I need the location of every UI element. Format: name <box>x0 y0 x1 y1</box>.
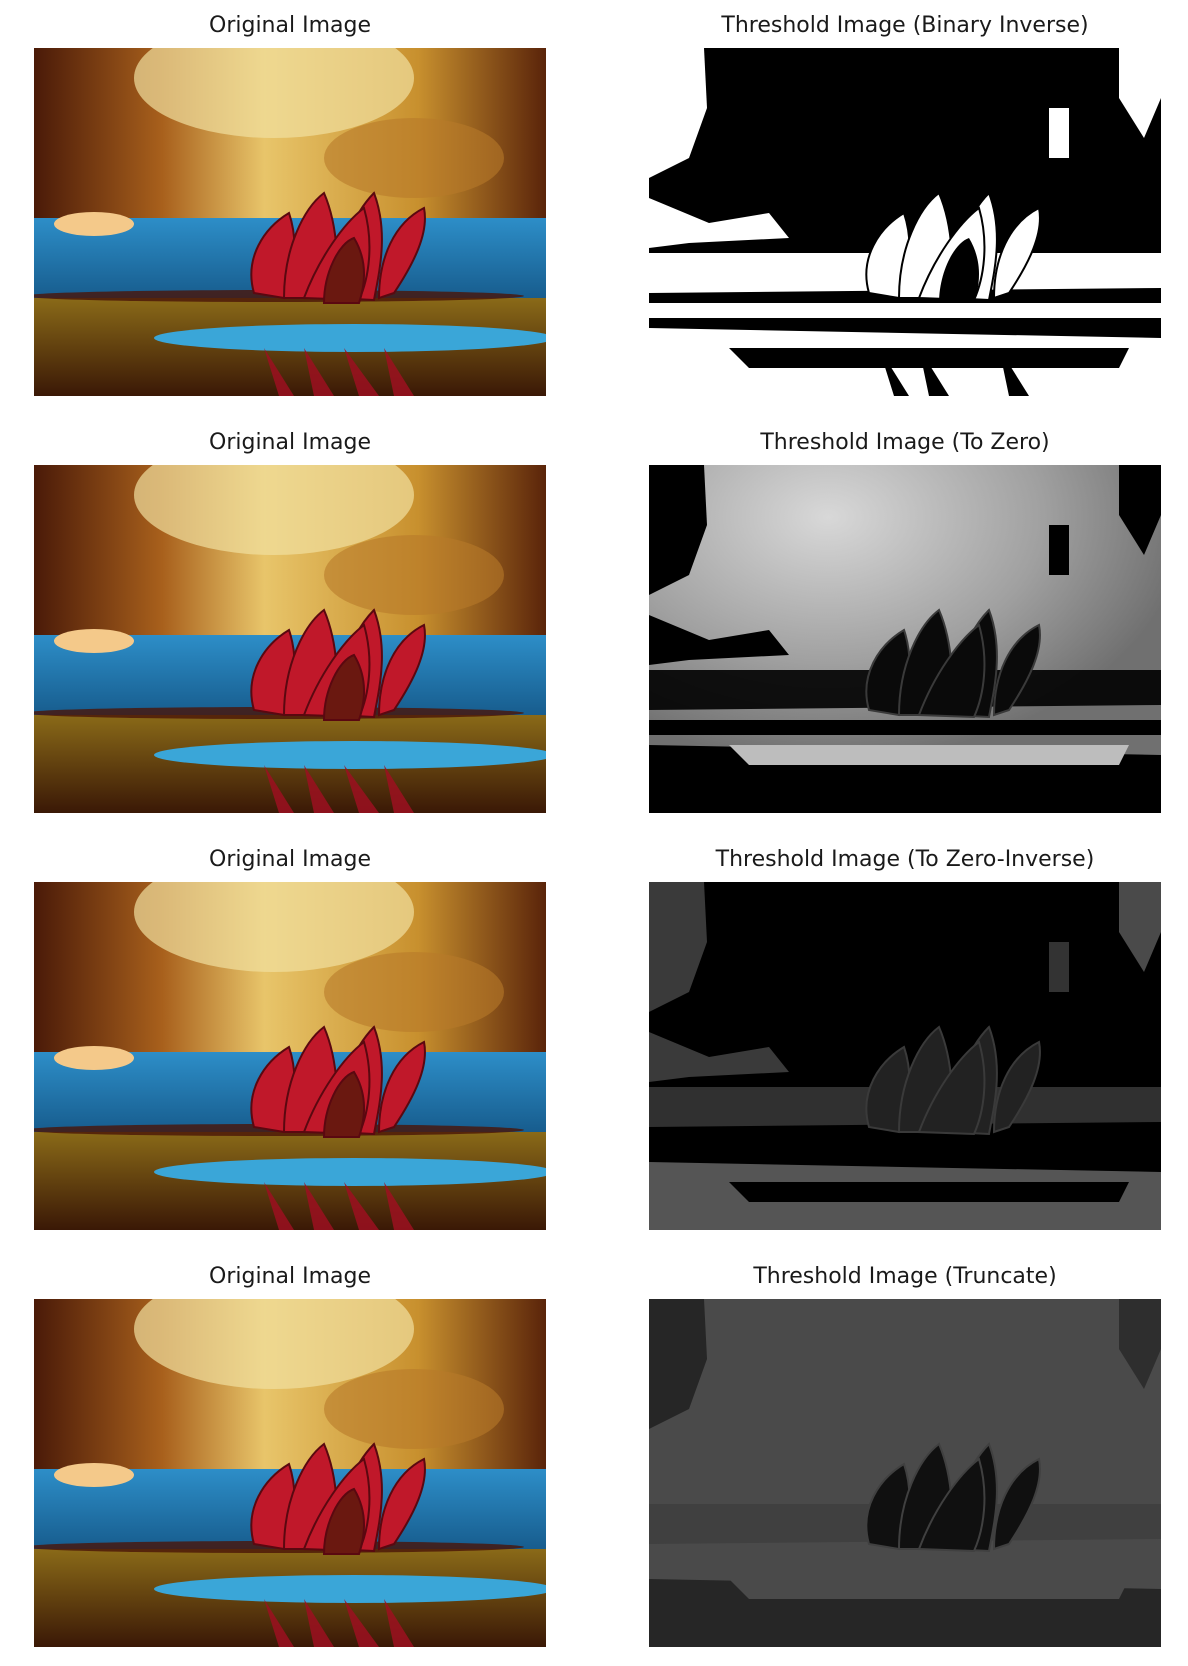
to-zero-inverse-result <box>649 882 1161 1230</box>
panel-title-original-4: Original Image <box>209 1264 371 1289</box>
binary-inverse-result <box>649 48 1161 396</box>
panel-title-truncate: Threshold Image (Truncate) <box>753 1264 1057 1289</box>
panel-title-to-zero: Threshold Image (To Zero) <box>760 430 1050 455</box>
lotus-photo <box>34 1299 546 1647</box>
panel-title-original-3: Original Image <box>209 847 371 872</box>
truncate-result <box>649 1299 1161 1647</box>
original-image-3 <box>34 882 546 1230</box>
threshold-image-binary-inverse <box>649 48 1161 396</box>
panel-title-to-zero-inverse: Threshold Image (To Zero-Inverse) <box>715 847 1095 872</box>
threshold-image-to-zero <box>649 465 1161 813</box>
threshold-image-truncate <box>649 1299 1161 1647</box>
threshold-image-to-zero-inverse <box>649 882 1161 1230</box>
panel-title-original-1: Original Image <box>209 13 371 38</box>
panel-title-binary-inverse: Threshold Image (Binary Inverse) <box>721 13 1089 38</box>
panel-title-original-2: Original Image <box>209 430 371 455</box>
original-image-4 <box>34 1299 546 1647</box>
lotus-photo <box>34 48 546 396</box>
lotus-photo <box>34 465 546 813</box>
lotus-photo <box>34 882 546 1230</box>
to-zero-result <box>649 465 1161 813</box>
original-image-1 <box>34 48 546 396</box>
original-image-2 <box>34 465 546 813</box>
